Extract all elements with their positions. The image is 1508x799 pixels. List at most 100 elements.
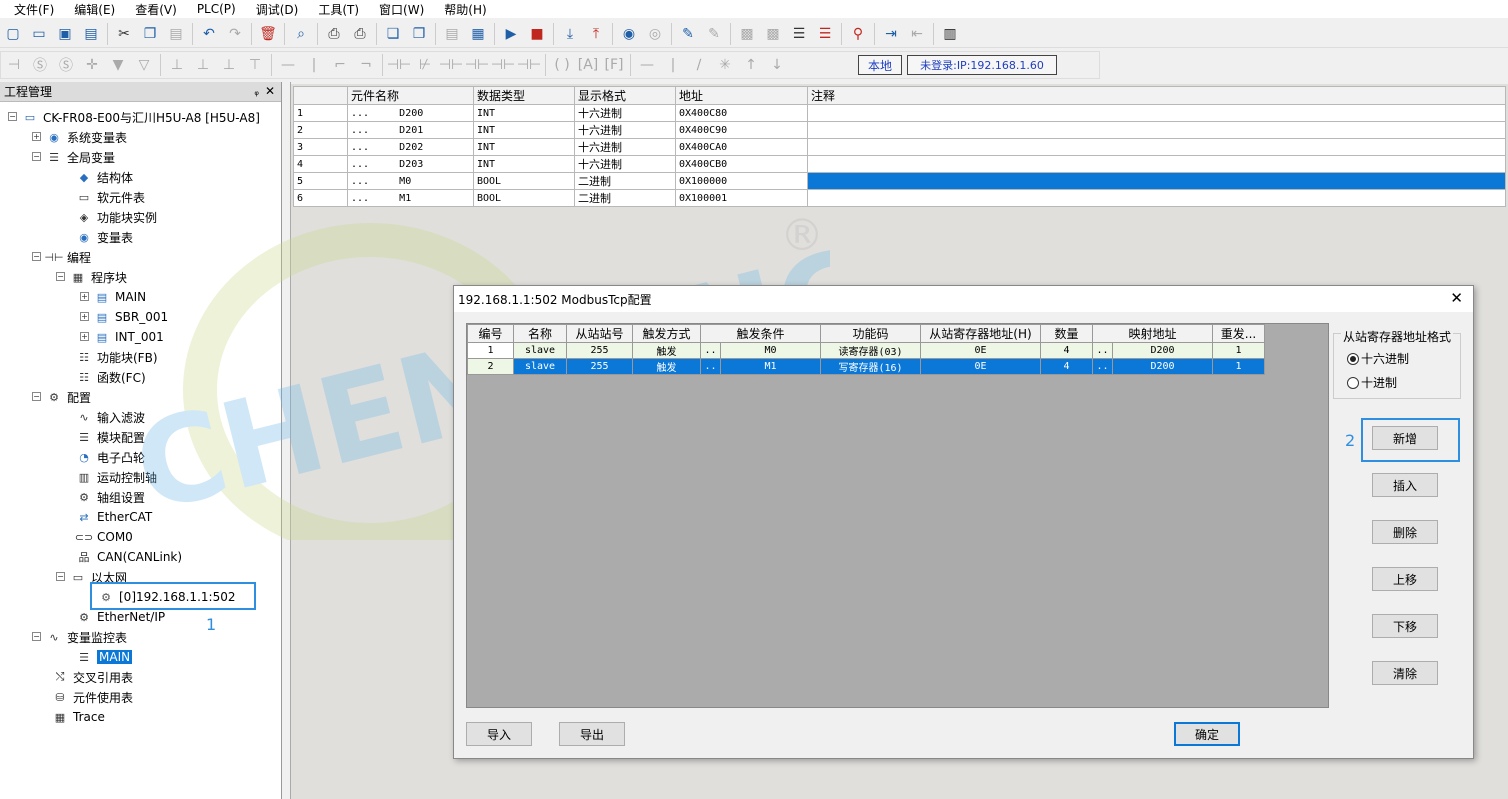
display-format-cell[interactable]: 二进制	[574, 189, 676, 207]
online-edit-icon[interactable]: ✎	[677, 23, 699, 45]
display-format-cell[interactable]: 十六进制	[574, 104, 676, 122]
ladder-v-icon[interactable]: |	[662, 54, 684, 76]
ladder-h-icon[interactable]: —	[636, 54, 658, 76]
col-header[interactable]: 重发...	[1212, 324, 1265, 343]
undo-icon[interactable]: ↶	[198, 23, 220, 45]
col-header[interactable]: 显示格式	[574, 86, 676, 105]
download-icon[interactable]: ⤓	[559, 23, 581, 45]
search-icon[interactable]: ⌕	[290, 23, 312, 45]
stop-monitor-icon[interactable]: ◎	[644, 23, 666, 45]
ladder-branch3-icon[interactable]: ⊥	[218, 54, 240, 76]
tree-item-global-vars[interactable]: − ☰ 全局变量	[32, 147, 115, 167]
new-file-icon[interactable]: ▢	[2, 23, 24, 45]
tree-root[interactable]: − ▭ CK-FR08-E00与汇川H5U-A8 [H5U-A8]	[8, 107, 260, 127]
pin-icon[interactable]: ᵩ	[254, 85, 259, 98]
tree-item-struct[interactable]: ◆ 结构体	[76, 167, 133, 187]
cell-function[interactable]: 写寄存器(16)	[820, 358, 921, 375]
col-header[interactable]: 触发方式	[632, 324, 701, 343]
ladder-s3-icon[interactable]: ⊣⊢	[491, 54, 515, 76]
ladder-dn-icon[interactable]: ↓	[766, 54, 788, 76]
insert-row-icon[interactable]: ☰	[788, 23, 810, 45]
menu-tools[interactable]: 工具(T)	[304, 1, 365, 18]
ok-button[interactable]: 确定	[1174, 722, 1240, 746]
expand-icon[interactable]: +	[32, 132, 41, 141]
redo-icon[interactable]: ↷	[224, 23, 246, 45]
open-folder-icon[interactable]: ▭	[28, 23, 50, 45]
browse-dots[interactable]: ...	[351, 125, 369, 136]
collapse-icon[interactable]: −	[8, 112, 17, 121]
tree-item-fb[interactable]: ☷ 功能块(FB)	[76, 347, 157, 367]
table-row-selected[interactable]: 2 slave 255 触发 .. M1 写寄存器(16) 0E 4 .. D2…	[467, 358, 1265, 375]
tree-item-monitor[interactable]: − ∿ 变量监控表	[32, 627, 127, 647]
tree-item-config[interactable]: − ⚙ 配置	[32, 387, 91, 407]
move-up-button[interactable]: 上移	[1372, 567, 1438, 591]
display-format-cell[interactable]: 十六进制	[574, 121, 676, 139]
compile-all-icon[interactable]: ▦	[467, 23, 489, 45]
paste-icon[interactable]: ▤	[165, 23, 187, 45]
logout-icon[interactable]: ⇤	[906, 23, 928, 45]
device-icon[interactable]: ▥	[939, 23, 961, 45]
cell-browse[interactable]: ..	[700, 342, 721, 359]
compile-icon[interactable]: ▤	[441, 23, 463, 45]
ladder-nc-icon[interactable]: ⊬	[414, 54, 436, 76]
insert-button[interactable]: 插入	[1372, 473, 1438, 497]
cell-browse[interactable]: ..	[700, 358, 721, 375]
tree-item-fc[interactable]: ☷ 函数(FC)	[76, 367, 146, 387]
tree-item-elem-usage[interactable]: ⛁ 元件使用表	[52, 687, 133, 707]
ladder-vline-icon[interactable]: |	[303, 54, 325, 76]
address-cell[interactable]: 0X400C90	[675, 121, 808, 139]
comment-cell[interactable]	[807, 138, 1506, 156]
ladder-down-icon[interactable]: ▼	[107, 54, 129, 76]
data-type-cell[interactable]: INT	[473, 104, 575, 122]
cell-station[interactable]: 255	[566, 342, 633, 359]
tree-item-main[interactable]: + ▤ MAIN	[80, 287, 146, 307]
table-row[interactable]: 6 ... M1 BOOL 二进制 0X100001	[293, 189, 1506, 207]
ladder-coil-icon[interactable]: ( )	[551, 54, 573, 76]
element-name-cell[interactable]: ... M0	[347, 172, 474, 190]
ladder-down2-icon[interactable]: ▽	[133, 54, 155, 76]
ladder-hline-icon[interactable]: —	[277, 54, 299, 76]
panel-splitter[interactable]	[283, 82, 291, 799]
ladder-s2-icon[interactable]: Ⓢ	[55, 54, 77, 76]
tree-item-prog-block[interactable]: − ▦ 程序块	[56, 267, 127, 287]
ladder-corner2-icon[interactable]: ¬	[355, 54, 377, 76]
data-type-cell[interactable]: INT	[473, 155, 575, 173]
display-format-cell[interactable]: 二进制	[574, 172, 676, 190]
data-type-cell[interactable]: BOOL	[473, 189, 575, 207]
tree-item-trace[interactable]: ▦ Trace	[52, 707, 105, 727]
address-cell[interactable]: 0X100000	[675, 172, 808, 190]
cell-count[interactable]: 4	[1040, 358, 1093, 375]
address-cell[interactable]: 0X400C80	[675, 104, 808, 122]
export-button[interactable]: 导出	[559, 722, 625, 746]
col-header[interactable]: 编号	[467, 324, 514, 343]
data-type-cell[interactable]: INT	[473, 121, 575, 139]
display-format-cell[interactable]: 十六进制	[574, 138, 676, 156]
table-row[interactable]: 2 ... D201 INT 十六进制 0X400C90	[293, 121, 1506, 139]
collapse-icon[interactable]: −	[32, 632, 41, 641]
table-row[interactable]: 1 slave 255 触发 .. M0 读寄存器(03) 0E 4 .. D2…	[467, 342, 1265, 359]
browse-dots[interactable]: ...	[351, 176, 369, 187]
tree-item-com0[interactable]: ⊂⊃ COM0	[75, 527, 133, 547]
close-icon[interactable]: ✕	[265, 84, 275, 98]
table-row[interactable]: 4 ... D203 INT 十六进制 0X400CB0	[293, 155, 1506, 173]
save-all-icon[interactable]: ▤	[80, 23, 102, 45]
copy-icon[interactable]: ❐	[139, 23, 161, 45]
cell-browse[interactable]: ..	[1092, 342, 1113, 359]
browse-dots[interactable]: ...	[351, 108, 369, 119]
print-icon[interactable]: ⎙	[349, 23, 371, 45]
comment-cell[interactable]	[807, 121, 1506, 139]
tree-item-input-filter[interactable]: ∿ 输入滤波	[76, 407, 145, 427]
menu-window[interactable]: 窗口(W)	[365, 1, 430, 18]
ladder-func-icon[interactable]: [A]	[577, 54, 599, 76]
collapse-icon[interactable]: −	[56, 272, 65, 281]
comment-cell[interactable]	[807, 155, 1506, 173]
expand-icon[interactable]: +	[80, 332, 89, 341]
table-row[interactable]: 1 ... D200 INT 十六进制 0X400C80	[293, 104, 1506, 122]
tree-item-motion-axis[interactable]: ▥ 运动控制轴	[76, 467, 157, 487]
move-down-button[interactable]: 下移	[1372, 614, 1438, 638]
col-header[interactable]: 数据类型	[473, 86, 575, 105]
write-icon[interactable]: ✎	[703, 23, 725, 45]
cell-function[interactable]: 读寄存器(03)	[820, 342, 921, 359]
col-header[interactable]	[293, 86, 348, 105]
cell-register[interactable]: 0E	[920, 342, 1041, 359]
